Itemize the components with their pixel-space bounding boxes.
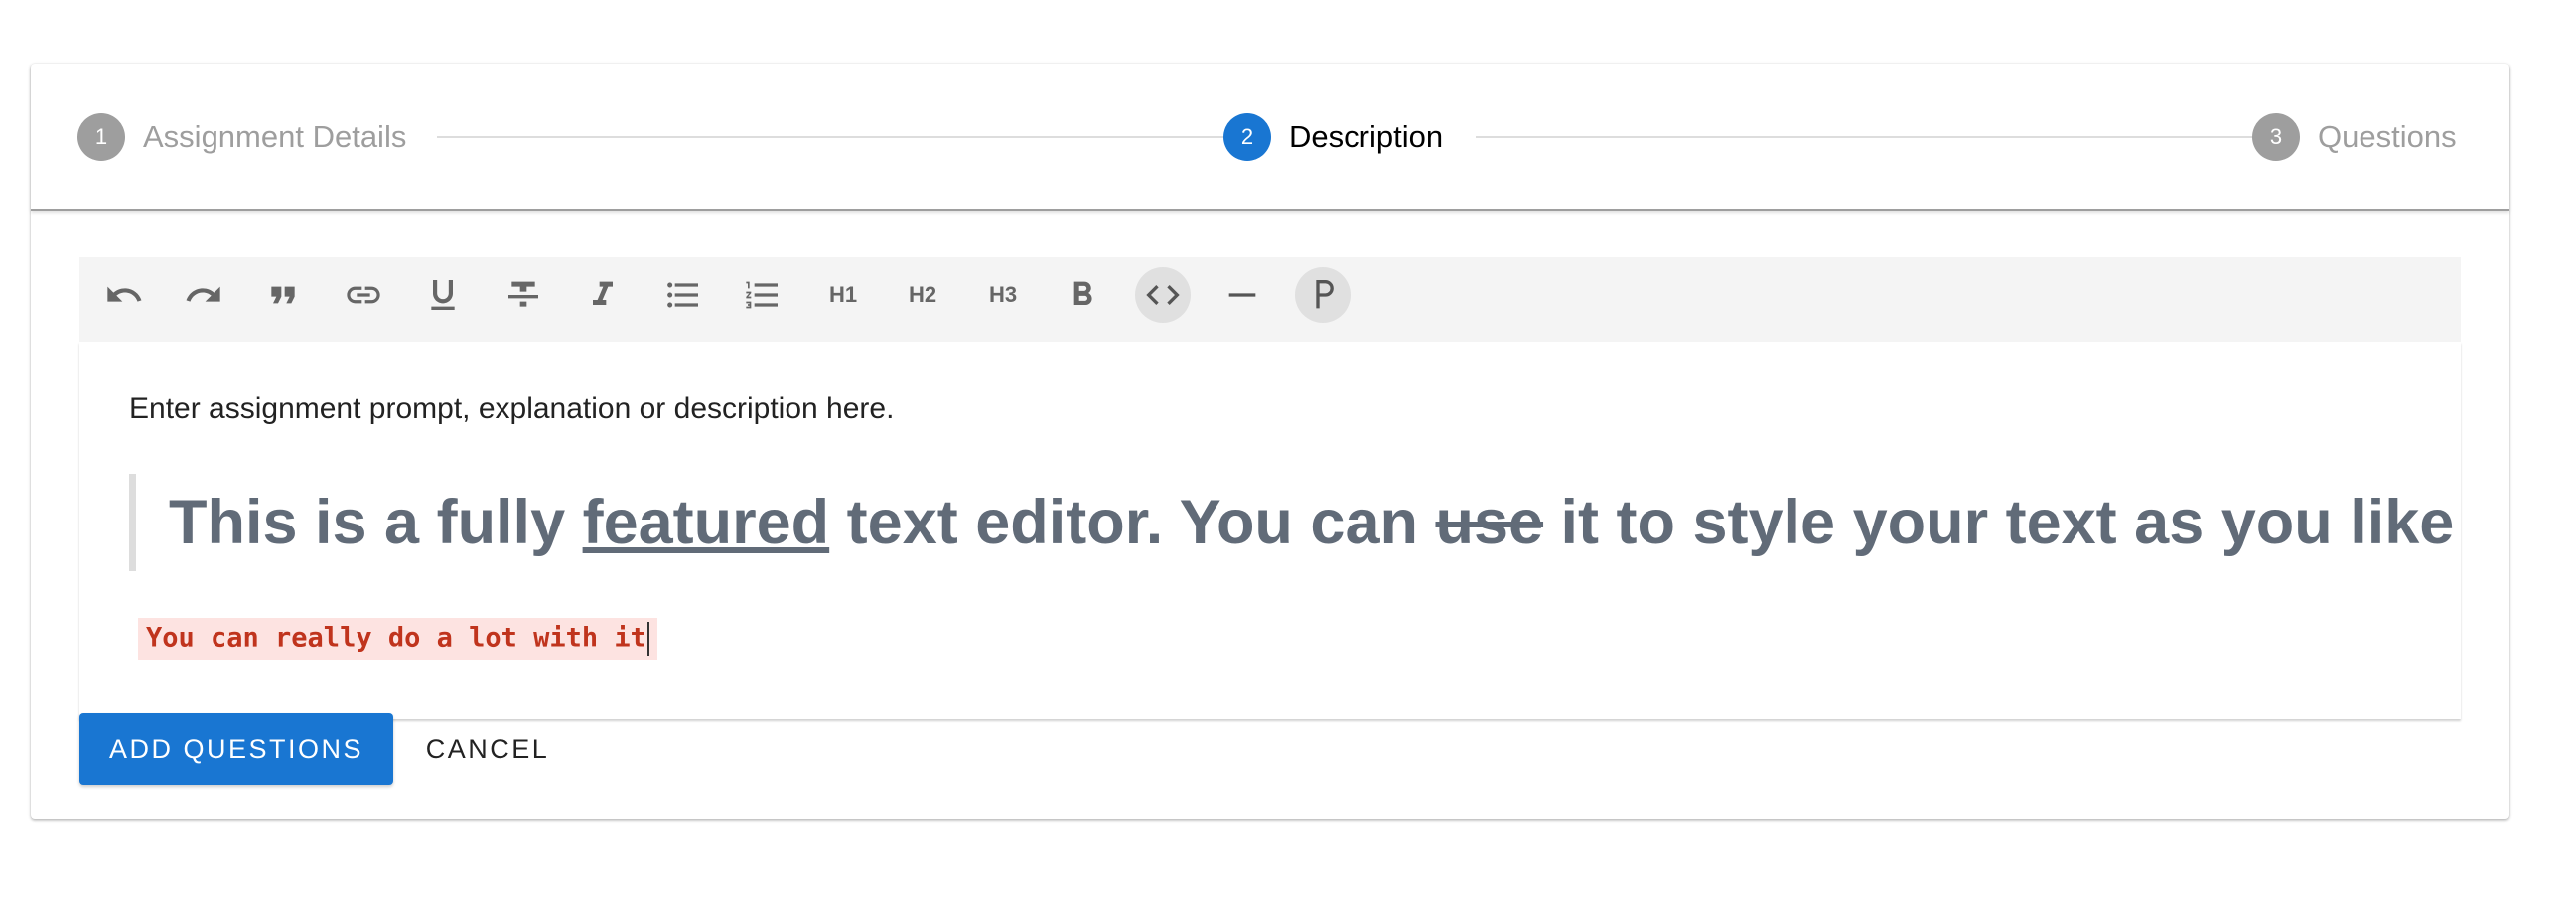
inline-code: You can really do a lot with it bbox=[138, 618, 657, 660]
strikethrough-button[interactable] bbox=[496, 267, 551, 323]
paragraph-icon bbox=[1316, 280, 1334, 309]
italic-icon bbox=[593, 281, 613, 305]
stepper: 1 Assignment Details 2 Description 3 Que… bbox=[31, 64, 2509, 211]
link-button[interactable] bbox=[336, 267, 391, 323]
blockquote-button[interactable] bbox=[255, 267, 311, 323]
editor-blockquote: This is a fully featured text editor. Yo… bbox=[129, 474, 2454, 571]
bullet-list-icon bbox=[667, 282, 698, 308]
heading-3-button[interactable]: H3 bbox=[975, 267, 1031, 323]
underlined-text: featured bbox=[582, 488, 830, 557]
code-icon bbox=[1146, 285, 1180, 305]
add-questions-button[interactable]: ADD QUESTIONS bbox=[79, 713, 393, 785]
bold-button[interactable] bbox=[1055, 267, 1110, 323]
redo-button[interactable] bbox=[176, 267, 231, 323]
horizontal-rule-button[interactable] bbox=[1215, 267, 1270, 323]
step-number: 2 bbox=[1223, 113, 1271, 161]
step-label: Assignment Details bbox=[143, 119, 407, 154]
horizontal-rule-icon bbox=[1228, 293, 1256, 297]
numbered-list-button[interactable] bbox=[735, 267, 790, 323]
underline-button[interactable] bbox=[415, 267, 471, 323]
step-description[interactable]: 2 Description bbox=[1223, 113, 1443, 161]
underline-icon bbox=[431, 280, 455, 310]
italic-button[interactable] bbox=[575, 267, 631, 323]
editor-paragraph: Enter assignment prompt, explanation or … bbox=[129, 392, 895, 425]
numbered-list-icon bbox=[746, 281, 778, 309]
heading-2-button[interactable]: H2 bbox=[895, 267, 950, 323]
assignment-card: 1 Assignment Details 2 Description 3 Que… bbox=[31, 64, 2509, 819]
quote-text: This is a fully featured text editor. Yo… bbox=[169, 487, 2454, 558]
step-number: 3 bbox=[2252, 113, 2300, 161]
heading-1-button[interactable]: H1 bbox=[815, 267, 871, 323]
strikethrough-icon bbox=[508, 281, 538, 307]
cancel-button[interactable]: CANCEL bbox=[413, 713, 562, 785]
code-button[interactable] bbox=[1135, 267, 1191, 323]
strikethrough-text: use bbox=[1435, 488, 1544, 557]
undo-button[interactable] bbox=[96, 267, 152, 323]
quote-text-part: it to style your text as you like bbox=[1543, 488, 2455, 557]
step-connector bbox=[437, 136, 1227, 138]
editor-toolbar: H1 H2 H3 bbox=[79, 257, 2461, 342]
step-connector bbox=[1476, 136, 2264, 138]
step-number: 1 bbox=[77, 113, 125, 161]
step-label: Questions bbox=[2318, 119, 2457, 154]
text-caret bbox=[646, 622, 649, 656]
step-assignment-details[interactable]: 1 Assignment Details bbox=[77, 113, 406, 161]
code-text: You can really do a lot with it bbox=[146, 622, 646, 654]
undo-icon bbox=[107, 286, 142, 302]
step-questions[interactable]: 3 Questions bbox=[2252, 113, 2457, 161]
bullet-list-button[interactable] bbox=[655, 267, 711, 323]
bold-icon bbox=[1073, 281, 1092, 305]
blockquote-icon bbox=[271, 286, 295, 304]
editor-content[interactable]: Enter assignment prompt, explanation or … bbox=[79, 342, 2461, 719]
redo-icon bbox=[186, 286, 220, 302]
step-label: Description bbox=[1289, 119, 1444, 154]
paragraph-button[interactable] bbox=[1295, 267, 1351, 323]
quote-text-part: This is a fully bbox=[169, 488, 583, 557]
quote-text-part: text editor. You can bbox=[829, 488, 1436, 557]
link-icon bbox=[347, 286, 380, 304]
